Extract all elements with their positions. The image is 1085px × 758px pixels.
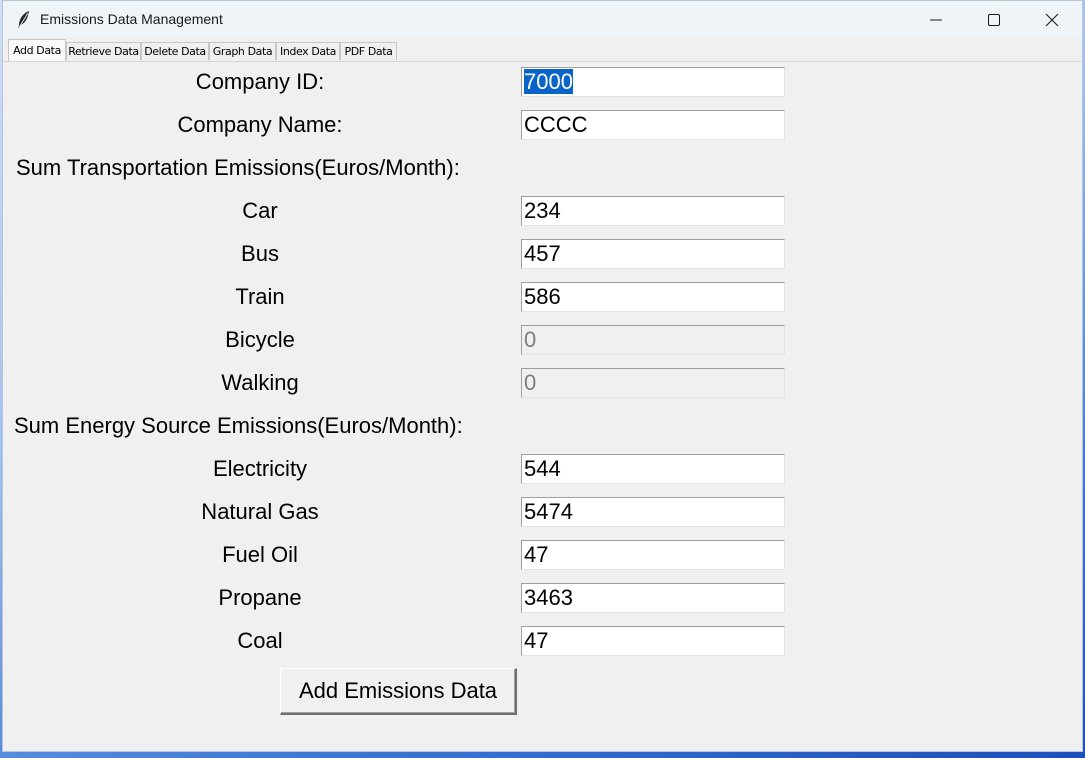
add-emissions-data-button[interactable]: Add Emissions Data — [280, 668, 517, 715]
maximize-button[interactable] — [965, 1, 1023, 38]
company-id-value: 7000 — [524, 69, 573, 94]
bus-input[interactable]: 457 — [521, 239, 785, 269]
car-input[interactable]: 234 — [521, 196, 785, 226]
title-bar[interactable]: Emissions Data Management — [3, 1, 1082, 38]
train-label: Train — [235, 284, 285, 309]
propane-label: Propane — [218, 585, 302, 610]
close-icon — [1045, 13, 1059, 27]
fuel-oil-label: Fuel Oil — [222, 542, 298, 567]
tab-retrieve-data[interactable]: Retrieve Data — [66, 42, 141, 60]
company-id-label: Company ID: — [195, 69, 325, 94]
bus-label: Bus — [241, 241, 279, 266]
energy-heading: Sum Energy Source Emissions(Euros/Month)… — [14, 413, 463, 438]
tab-index-data[interactable]: Index Data — [276, 42, 340, 60]
tab-add-data[interactable]: Add Data — [8, 39, 66, 61]
fuel-oil-input[interactable]: 47 — [521, 540, 785, 570]
natural-gas-input[interactable]: 5474 — [521, 497, 785, 527]
bicycle-label: Bicycle — [225, 327, 295, 352]
company-name-label: Company Name: — [177, 112, 343, 137]
tab-delete-data[interactable]: Delete Data — [141, 42, 209, 60]
electricity-input[interactable]: 544 — [521, 454, 785, 484]
app-window: Emissions Data Management Add Data Retri… — [2, 0, 1083, 752]
propane-input[interactable]: 3463 — [521, 583, 785, 613]
coal-label: Coal — [237, 628, 283, 653]
coal-input[interactable]: 47 — [521, 626, 785, 656]
minimize-icon — [930, 19, 942, 21]
close-button[interactable] — [1023, 1, 1081, 38]
walking-label: Walking — [221, 370, 299, 395]
transport-heading: Sum Transportation Emissions(Euros/Month… — [16, 155, 460, 180]
maximize-icon — [988, 14, 1000, 26]
tab-pdf-data[interactable]: PDF Data — [340, 42, 397, 60]
window-title: Emissions Data Management — [40, 11, 223, 27]
train-input[interactable]: 586 — [521, 282, 785, 312]
minimize-button[interactable] — [907, 1, 965, 38]
bicycle-input: 0 — [521, 325, 785, 355]
tab-graph-data[interactable]: Graph Data — [209, 42, 276, 60]
feather-icon — [16, 10, 32, 30]
company-name-input[interactable]: CCCC — [521, 110, 785, 140]
tab-bar: Add Data Retrieve Data Delete Data Graph… — [3, 38, 1082, 62]
walking-input: 0 — [521, 368, 785, 398]
natural-gas-label: Natural Gas — [201, 499, 319, 524]
electricity-label: Electricity — [212, 456, 308, 481]
car-label: Car — [242, 198, 278, 223]
company-id-input[interactable]: 7000 — [521, 67, 785, 97]
